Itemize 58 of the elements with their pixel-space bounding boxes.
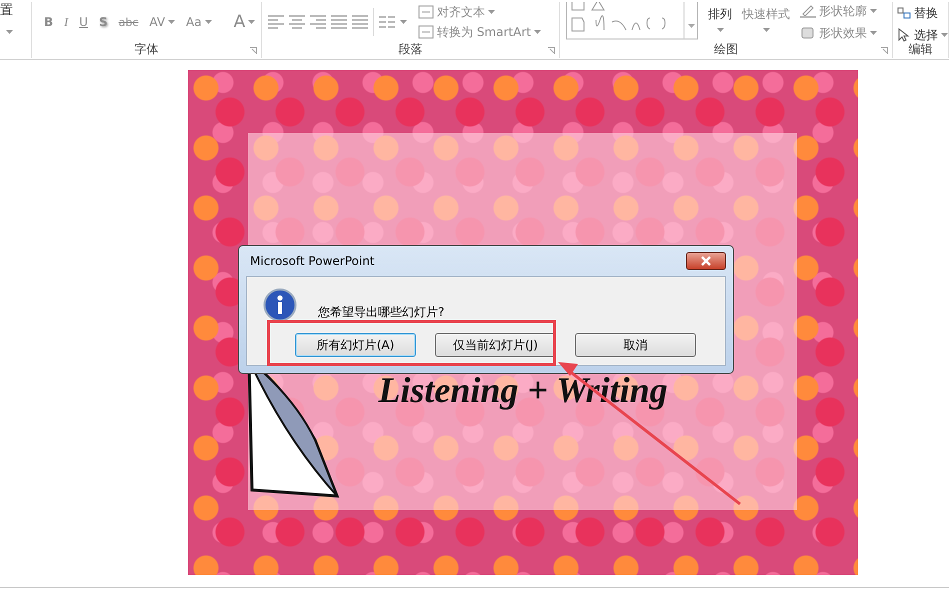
align-right-icon[interactable] (310, 14, 326, 30)
smartart-icon[interactable] (418, 25, 434, 39)
font-color-button[interactable]: A (234, 14, 256, 30)
group-label: 字体 (134, 42, 160, 58)
group-label: 编辑 (908, 42, 934, 58)
caret-icon[interactable] (870, 31, 877, 35)
group-label: 绘图 (713, 42, 739, 58)
caret-icon[interactable] (168, 20, 176, 24)
shape-effects-icon[interactable] (800, 26, 816, 40)
dialog-launcher-icon[interactable] (250, 47, 257, 54)
dialog-launcher-icon[interactable] (548, 47, 555, 54)
shape-outline-button[interactable]: 形状轮廓 (800, 4, 877, 18)
replace-icon[interactable] (897, 6, 911, 20)
italic-button[interactable]: I (64, 16, 68, 28)
caret-icon[interactable] (716, 28, 724, 32)
replace-button[interactable]: 替换 (897, 6, 938, 20)
underline-button[interactable]: U (79, 16, 88, 28)
case-button[interactable]: Aa (186, 16, 212, 28)
dialog-button[interactable]: 取消 (575, 333, 696, 357)
close-button[interactable] (686, 252, 726, 270)
ribbon-button[interactable]: 置 (0, 4, 13, 17)
justify-icon[interactable] (331, 14, 347, 30)
shadow-button[interactable]: S (98, 16, 108, 28)
caret-icon[interactable] (6, 30, 13, 34)
dialog-button[interactable]: 仅当前幻灯片(J) (435, 333, 556, 357)
group-label: 段落 (398, 42, 424, 58)
caret-icon[interactable] (400, 20, 407, 24)
spacing-button[interactable]: AV (149, 16, 176, 28)
caret-icon[interactable] (534, 30, 541, 34)
caret-icon[interactable] (248, 20, 256, 24)
info-icon (263, 288, 297, 322)
caret-icon[interactable] (204, 20, 212, 24)
dialog-message: 您希望导出哪些幻灯片? (318, 304, 444, 321)
align-center-icon[interactable] (289, 14, 305, 30)
dialog-button[interactable]: 所有幻灯片(A) (295, 333, 416, 357)
quick-styles-button[interactable]: 快速样式 (742, 8, 790, 32)
smartart-button[interactable]: 转换为 SmartArt (418, 25, 541, 39)
arrange-button[interactable]: 排列 (708, 8, 732, 32)
caret-icon[interactable] (762, 28, 770, 32)
shape-effects-button[interactable]: 形状效果 (800, 26, 877, 40)
dialog-title: Microsoft PowerPoint (250, 253, 374, 270)
bold-button[interactable]: B (44, 16, 54, 28)
caret-icon[interactable] (870, 9, 877, 13)
shape-gallery[interactable] (566, 2, 698, 40)
align-text-button[interactable]: 对齐文本 (418, 5, 541, 19)
caret-icon[interactable] (941, 33, 948, 37)
cursor-icon[interactable] (897, 28, 911, 42)
text-align-icon[interactable] (418, 5, 434, 19)
dialog-launcher-icon[interactable] (881, 47, 888, 54)
strikethrough-button[interactable]: abc (118, 16, 138, 28)
pen-icon[interactable] (800, 4, 816, 18)
columns-icon[interactable] (379, 15, 395, 29)
distributed-icon[interactable] (352, 14, 368, 30)
select-button[interactable]: 选择 (897, 28, 948, 42)
align-left-icon[interactable] (268, 14, 284, 30)
slide-title: Listening + Writing (377, 369, 669, 412)
close-icon[interactable] (700, 256, 712, 266)
caret-icon[interactable] (488, 10, 495, 14)
